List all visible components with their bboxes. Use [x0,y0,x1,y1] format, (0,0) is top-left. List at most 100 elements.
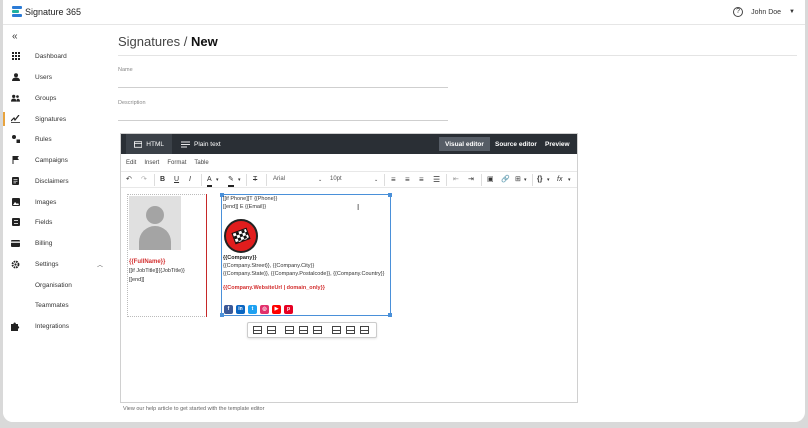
text-lines-icon [181,141,190,147]
sidebar-item-label: Rules [35,135,52,143]
delete-column-icon[interactable] [360,326,369,334]
user-name[interactable]: John Doe [751,9,781,16]
grid-icon [11,52,20,61]
sidebar-item-groups[interactable]: Groups [3,90,110,106]
sidebar-item-disclaimers[interactable]: Disclaimers [3,173,110,189]
end-placeholder[interactable]: [[end]] [129,277,144,283]
selected-table[interactable]: [[if Phone]]T {{Phone}} [[end]] E {{Emai… [220,193,392,317]
chevron-down-icon[interactable]: ⌄ [318,175,322,185]
website-placeholder[interactable]: {{Company.WebsiteUrl | domain_only}} [223,285,325,291]
code-braces-icon[interactable]: {} [537,175,542,185]
redo-icon[interactable]: ↷ [141,175,147,185]
source-editor-button[interactable]: Source editor [489,137,543,151]
user-menu[interactable]: ? John Doe ▼ [733,7,795,17]
bold-icon[interactable]: B [160,175,165,185]
breadcrumb-signatures[interactable]: Signatures [118,34,180,49]
chevron-down-icon[interactable]: ▾ [568,175,571,185]
sidebar-item-rules[interactable]: Rules [3,131,110,147]
resize-handle[interactable] [388,193,392,197]
company-logo[interactable] [224,219,258,253]
visual-editor-button[interactable]: Visual editor [439,137,490,151]
menu-table[interactable]: Table [194,160,208,166]
code-box-icon [134,140,143,148]
sidebar-item-campaigns[interactable]: Campaigns [3,152,110,168]
table-properties-icon[interactable] [253,326,262,334]
tab-plain-text-label: Plain text [194,140,221,148]
caret-down-icon[interactable]: ▼ [789,9,795,15]
pinterest-icon[interactable]: p [284,305,293,314]
toolbar-divider [201,174,202,186]
outdent-icon[interactable]: ⇤ [453,175,459,185]
help-icon[interactable]: ? [733,7,744,17]
undo-icon[interactable]: ↶ [126,175,132,185]
sidebar-item-label: Organisation [35,281,72,289]
delete-table-icon[interactable] [267,326,276,334]
twitter-icon[interactable]: t [248,305,257,314]
name-field[interactable] [118,75,448,87]
clear-formatting-icon[interactable]: T [253,175,257,185]
email-placeholder[interactable]: [[end]] E {{Email}} [223,204,266,210]
job-title-placeholder[interactable]: [[if JobTitle]]{{JobTitle}} [129,268,185,274]
sidebar-item-teammates[interactable]: Teammates [3,297,110,313]
align-left-icon[interactable]: ≡ [391,175,396,185]
menu-insert[interactable]: Insert [144,160,159,166]
sidebar-item-signatures[interactable]: Signatures [3,111,110,127]
address-line-2[interactable]: {{Company.State}}, {{Company.Postalcode}… [223,271,384,277]
font-family-select[interactable]: Arial [273,176,285,182]
sidebar-item-settings[interactable]: Settings ︿ [3,256,110,272]
sidebar-item-integrations[interactable]: Integrations [3,318,110,334]
chevron-down-icon[interactable]: ▾ [547,175,550,185]
menu-format[interactable]: Format [167,160,186,166]
indent-icon[interactable]: ⇥ [468,175,474,185]
address-line-1[interactable]: {{Company.Street}}, {{Company.City}} [223,263,314,269]
facebook-icon[interactable]: f [224,305,233,314]
sidebar-item-images[interactable]: Images [3,194,110,210]
chevron-down-icon[interactable]: ⌄ [374,175,378,185]
app-logo[interactable]: Signature 365 [12,6,81,18]
insert-row-before-icon[interactable] [285,326,294,334]
insert-row-after-icon[interactable] [299,326,308,334]
delete-row-icon[interactable] [313,326,322,334]
tab-html[interactable]: HTML [126,134,172,154]
function-icon[interactable]: fx [557,175,562,185]
resize-handle[interactable] [388,313,392,317]
youtube-icon[interactable]: ▶ [272,305,281,314]
sidebar-item-label: Users [35,73,52,81]
insert-column-after-icon[interactable] [346,326,355,334]
align-center-icon[interactable]: ≡ [405,175,410,185]
sidebar-item-users[interactable]: Users [3,69,110,85]
linkedin-icon[interactable]: in [236,305,245,314]
text-color-icon[interactable]: A [207,175,212,187]
breadcrumb-separator: / [183,34,188,49]
table-icon[interactable]: ⊞ [515,175,521,185]
toolbar-divider [246,174,247,186]
sidebar-item-dashboard[interactable]: Dashboard [3,48,110,64]
sidebar-item-label: Groups [35,94,57,102]
highlight-color-icon[interactable]: ✎ [228,175,234,187]
avatar[interactable] [129,196,181,250]
font-size-select[interactable]: 10pt [330,176,342,182]
chevron-down-icon[interactable]: ▾ [524,175,527,185]
tab-plain-text[interactable]: Plain text [173,134,229,154]
sidebar-item-fields[interactable]: Fields [3,214,110,230]
underline-icon[interactable]: U [174,175,179,185]
phone-placeholder[interactable]: [[if Phone]]T {{Phone}} [223,196,277,202]
italic-icon[interactable]: I [189,175,191,185]
company-placeholder[interactable]: {{Company}} [223,255,257,261]
align-right-icon[interactable]: ≡ [419,175,424,185]
chevron-down-icon[interactable]: ▾ [216,175,219,185]
image-icon[interactable]: ▣ [487,175,494,185]
description-field[interactable] [118,108,448,120]
chevron-down-icon[interactable]: ▾ [238,175,241,185]
link-icon[interactable]: 🔗 [501,175,510,185]
insert-column-before-icon[interactable] [332,326,341,334]
chevron-up-icon[interactable]: ︿ [97,260,103,269]
align-justify-icon[interactable]: ☰ [433,175,440,185]
sidebar-item-billing[interactable]: Billing [3,235,110,251]
full-name-placeholder[interactable]: {{FullName}} [129,259,165,265]
preview-button[interactable]: Preview [539,137,576,151]
menu-edit[interactable]: Edit [126,160,136,166]
sidebar-item-organisation[interactable]: Organisation [3,277,110,293]
collapse-sidebar-icon[interactable]: « [12,31,18,42]
instagram-icon[interactable]: ◎ [260,305,269,314]
